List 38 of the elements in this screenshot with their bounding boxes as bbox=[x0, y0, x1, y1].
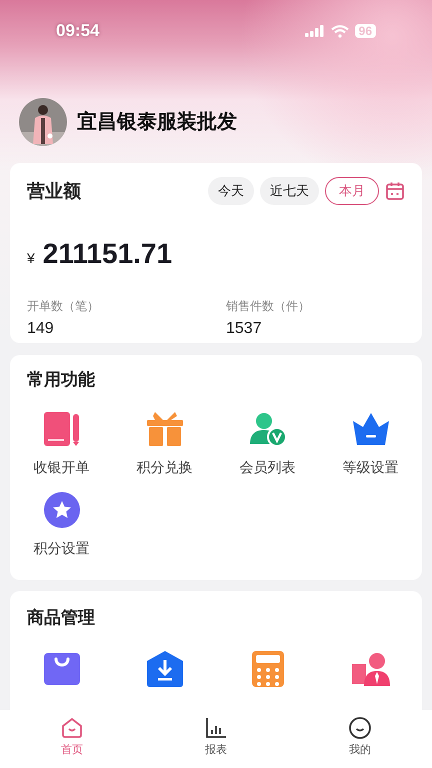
calculator-icon bbox=[252, 650, 284, 686]
member-badge-icon bbox=[250, 412, 286, 446]
download-icon bbox=[146, 650, 182, 686]
status-time: 09:54 bbox=[56, 20, 100, 42]
nav-tab[interactable]: 报表 bbox=[144, 710, 288, 768]
card-title: 商品管理 bbox=[26, 607, 96, 629]
function-item[interactable]: 会员列表 bbox=[216, 410, 319, 478]
smiley-icon bbox=[348, 716, 372, 740]
card-title: 营业额 bbox=[27, 180, 81, 202]
shopping-bag-icon bbox=[44, 652, 80, 684]
bar-chart-icon bbox=[204, 716, 228, 740]
notebook-pen-icon bbox=[44, 412, 80, 446]
battery-level: 96 bbox=[354, 24, 376, 38]
period-tab[interactable]: 今天 bbox=[208, 177, 254, 205]
stat-value: 1537 bbox=[226, 319, 263, 339]
calendar-icon[interactable] bbox=[385, 181, 405, 201]
crown-icon bbox=[352, 412, 388, 444]
stat-label: 开单数（笔） bbox=[27, 298, 100, 315]
function-item[interactable]: 收银开单 bbox=[10, 410, 113, 478]
period-tab[interactable]: 近七天 bbox=[260, 177, 319, 205]
revenue-amount: 211151.71 bbox=[42, 237, 172, 271]
function-item[interactable]: 积分设置 bbox=[10, 492, 113, 558]
store-name: 宜昌银泰服装批发 bbox=[77, 110, 237, 135]
gift-icon bbox=[146, 412, 182, 446]
period-tab[interactable]: 本月 bbox=[325, 177, 379, 205]
home-icon bbox=[60, 716, 84, 740]
function-item[interactable]: 积分兑换 bbox=[113, 410, 216, 478]
stat-label: 销售件数（件） bbox=[226, 298, 311, 315]
stat-value: 149 bbox=[27, 319, 55, 339]
nav-tab[interactable]: 首页 bbox=[0, 710, 144, 768]
currency-symbol: ¥ bbox=[27, 249, 35, 268]
star-circle-icon bbox=[44, 492, 80, 528]
function-item[interactable]: 等级设置 bbox=[319, 410, 422, 478]
card-title: 常用功能 bbox=[26, 369, 96, 391]
staff-icon bbox=[352, 652, 390, 686]
signal-icon bbox=[304, 25, 325, 37]
nav-tab[interactable]: 我的 bbox=[288, 710, 432, 768]
wifi-icon bbox=[330, 24, 349, 38]
